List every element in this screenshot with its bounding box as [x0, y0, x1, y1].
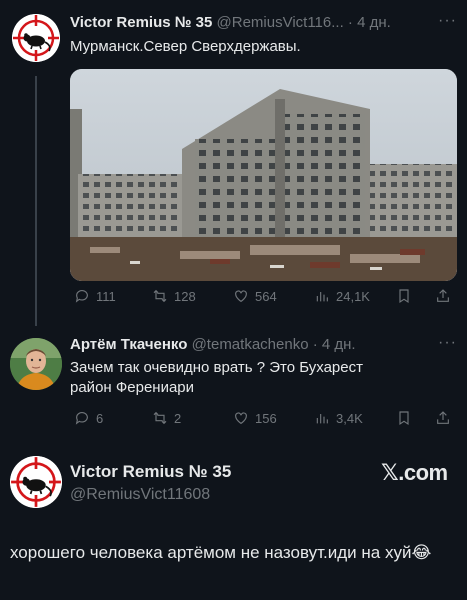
retweet-button[interactable]: 2 — [152, 410, 181, 426]
separator: · — [347, 14, 353, 31]
reply-count: 111 — [96, 288, 116, 304]
retweet-count: 2 — [174, 410, 182, 426]
heart-icon — [235, 290, 247, 303]
retweet-count: 128 — [174, 288, 196, 304]
reply-icon — [75, 412, 88, 425]
tweet-header: Артём Ткаченко @tematkachenko · 4 дн. — [70, 336, 356, 353]
tweet-header: Victor Remius № 35 @RemiusVict116... · 4… — [70, 14, 391, 31]
tweet-text: Мурманск.Север Сверхдержавы. — [70, 38, 301, 55]
views-icon — [316, 292, 328, 302]
retweet-icon — [153, 411, 167, 425]
tweet-actions: 6 2 156 3,4K — [70, 410, 457, 432]
tweet-text-line: Зачем так очевидно врать ? Это Бухарест — [70, 359, 363, 376]
bookmark-icon — [399, 289, 409, 304]
timestamp[interactable]: 4 дн. — [357, 14, 391, 31]
share-icon — [437, 411, 449, 424]
more-options-button[interactable]: ··· — [438, 12, 457, 30]
views-icon — [316, 414, 328, 424]
reply-count: 6 — [96, 410, 104, 426]
bookmark-button[interactable] — [396, 410, 412, 426]
bookmark-button[interactable] — [396, 288, 412, 304]
like-count: 156 — [255, 410, 277, 426]
tweet-text-line: район Ферениари — [70, 379, 195, 396]
x-com-brand: 𝕏.com — [381, 460, 448, 485]
tweet-text: Зачем так очевидно врать ? Это Бухарест … — [70, 358, 363, 398]
share-icon — [437, 289, 449, 302]
tweet-actions: 111 128 564 24,1K — [70, 288, 457, 310]
author-name[interactable]: Артём Ткаченко — [70, 336, 187, 353]
views-count: 24,1K — [336, 288, 370, 304]
share-button[interactable] — [435, 410, 451, 426]
share-button[interactable] — [435, 288, 451, 304]
views-count: 3,4K — [336, 410, 363, 426]
avatar[interactable] — [10, 456, 62, 508]
reply-icon — [75, 290, 88, 303]
author-name[interactable]: Victor Remius № 35 — [70, 14, 212, 31]
author-handle[interactable]: @RemiusVict116... — [217, 14, 344, 31]
like-button[interactable]: 564 — [233, 288, 277, 304]
author-handle[interactable]: @tematkachenko — [192, 336, 309, 353]
tweet-photo[interactable] — [70, 69, 457, 281]
rat-target-logo — [10, 456, 62, 508]
reply-button[interactable]: 6 — [74, 410, 103, 426]
thread-line — [35, 76, 37, 326]
retweet-icon — [153, 289, 167, 303]
retweet-button[interactable]: 128 — [152, 288, 196, 304]
apartment-blocks-image — [70, 69, 457, 281]
profile-photo — [10, 338, 62, 390]
avatar[interactable] — [10, 338, 62, 390]
avatar[interactable] — [12, 14, 60, 62]
views-button[interactable]: 3,4K — [314, 410, 363, 426]
bookmark-icon — [399, 411, 409, 426]
like-count: 564 — [255, 288, 277, 304]
separator: · — [312, 336, 318, 353]
quote-author-handle[interactable]: @RemiusVict11608 — [70, 486, 210, 504]
reply-button[interactable]: 111 — [74, 288, 116, 304]
like-button[interactable]: 156 — [233, 410, 277, 426]
views-button[interactable]: 24,1K — [314, 288, 370, 304]
heart-icon — [235, 412, 247, 425]
rat-target-logo — [12, 14, 60, 62]
timestamp[interactable]: 4 дн. — [322, 336, 356, 353]
more-options-button[interactable]: ··· — [438, 334, 457, 352]
quote-text: хорошего человека артёмом не назовут.иди… — [10, 543, 432, 562]
quote-author-name[interactable]: Victor Remius № 35 — [70, 462, 231, 482]
